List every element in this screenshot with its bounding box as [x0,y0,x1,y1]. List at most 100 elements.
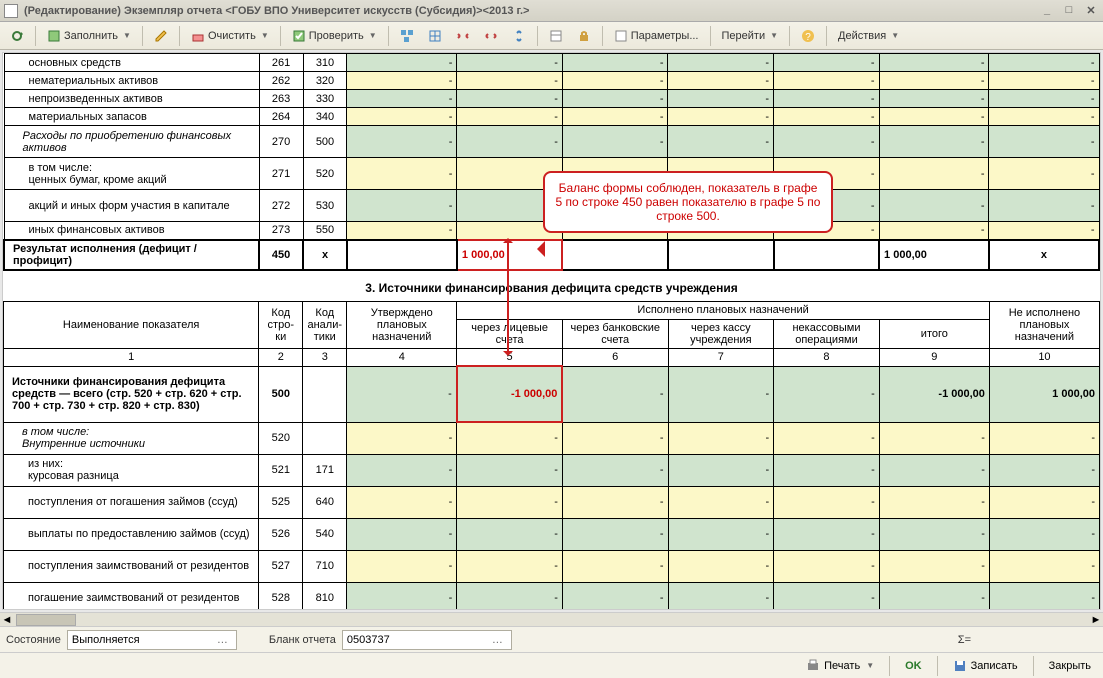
maximize-button[interactable]: □ [1061,4,1077,18]
hdr-n1: 1 [4,348,259,366]
print-label: Печать [824,660,860,672]
state-label: Состояние [6,634,61,646]
clear-button[interactable]: Очистить▼ [185,26,275,46]
report-workspace[interactable]: Баланс формы соблюден, показатель в граф… [2,52,1101,610]
tool-6[interactable] [543,26,569,46]
tool-3[interactable] [450,26,476,46]
hdr-n10: 10 [989,348,1099,366]
edit-button[interactable] [148,26,174,46]
callout-text: Баланс формы соблюден, показатель в граф… [556,181,821,223]
close-button[interactable]: ✕ [1083,4,1099,18]
goto-label: Перейти [722,30,766,42]
table-row: поступления заимствований от резидентов5… [4,550,1100,582]
fill-label: Заполнить [64,30,118,42]
main-toolbar: Заполнить▼ Очистить▼ Проверить▼ Параметр… [0,22,1103,50]
print-icon [806,659,820,673]
actions-button[interactable]: Действия▼ [832,27,905,45]
hdr-n3: 3 [303,348,347,366]
table-row: Источники финансирования дефицита средст… [4,366,1100,422]
hierarchy-icon [400,29,414,43]
tool-2[interactable] [422,26,448,46]
section-3-title: 3. Источники финансирования дефицита сре… [3,271,1100,301]
result-code: 450 [259,240,303,270]
clear-label: Очистить [208,30,256,42]
tool-4[interactable] [478,26,504,46]
table-row: погашение заимствований от резидентов528… [4,582,1100,610]
refresh-button[interactable] [4,26,30,46]
collapse-v-icon [512,29,526,43]
hdr-executed: Исполнено плановых назначений [457,301,990,319]
hdr-n8: 8 [774,348,880,366]
table-icon [549,29,563,43]
hdr-n9: 9 [879,348,989,366]
state-field[interactable]: Выполняется … [67,630,237,650]
minimize-button[interactable]: _ [1039,4,1055,18]
form-value: 0503737 [347,634,390,646]
params-button[interactable]: Параметры... [608,26,705,46]
save-icon [953,659,967,673]
save-label: Записать [971,660,1018,672]
pencil-icon [154,29,168,43]
result-anal: x [303,240,347,270]
result-col5: 1 000,00 [457,240,563,270]
hdr-col8: некассовыми операциями [774,319,880,348]
state-ellipsis[interactable]: … [213,634,232,646]
window-title: (Редактирование) Экземпляр отчета <ГОБУ … [24,5,1039,17]
state-value: Выполняется [72,634,140,646]
hdr-n4: 4 [347,348,457,366]
tool-5[interactable] [506,26,532,46]
table-row: из них: курсовая разница521171------- [4,454,1100,486]
ok-label: OK [905,660,922,672]
lock-icon [577,29,591,43]
hdr-col5: через лицевые счета [457,319,563,348]
result-col9: 1 000,00 [879,240,989,270]
hdr-approved: Утверждено плановых назначений [347,301,457,348]
ok-button[interactable]: OK [899,658,928,674]
goto-button[interactable]: Перейти▼ [716,27,785,45]
fill-button[interactable]: Заполнить▼ [41,26,137,46]
balance-callout: Баланс формы соблюден, показатель в граф… [543,171,833,233]
params-icon [614,29,628,43]
svg-text:?: ? [805,32,811,43]
form-label: Бланк отчета [269,634,336,646]
report-table-2: Наименование показателя Код стро-ки Код … [3,301,1100,611]
actions-label: Действия [838,30,886,42]
callout-arrow [507,239,509,355]
result-name: Результат исполнения (дефицит / профицит… [4,240,259,270]
table-row: непроизведенных активов263330------- [4,90,1099,108]
bottom-bar: Печать▼ OK Записать Закрыть [0,652,1103,678]
refresh-icon [10,29,24,43]
table-row: основных средств261310------- [4,54,1099,72]
close-label: Закрыть [1049,660,1091,672]
eraser-icon [191,29,205,43]
hdr-anal: Код анали-тики [303,301,347,348]
hdr-rowcode: Код стро-ки [259,301,303,348]
horizontal-scrollbar[interactable]: ◄ ► [0,612,1103,626]
form-ellipsis[interactable]: … [488,634,507,646]
hdr-col6: через банковские счета [562,319,668,348]
close-action-button[interactable]: Закрыть [1043,658,1097,674]
form-field[interactable]: 0503737 … [342,630,512,650]
hdr-n6: 6 [562,348,668,366]
table-row: выплаты по предоставлению займов (ссуд)5… [4,518,1100,550]
table-row: материальных запасов264340------- [4,108,1099,126]
check-button[interactable]: Проверить▼ [286,26,383,46]
result-row: Результат исполнения (дефицит / профицит… [4,240,1099,270]
table-row: Расходы по приобретению финансовых актив… [4,126,1099,158]
window-titlebar: (Редактирование) Экземпляр отчета <ГОБУ … [0,0,1103,22]
expand-h-icon [456,29,470,43]
help-button[interactable]: ? [795,26,821,46]
report-table-1: основных средств261310-------нематериаль… [3,53,1100,271]
help-icon: ? [801,29,815,43]
params-label: Параметры... [631,30,699,42]
app-icon [4,4,18,18]
print-button[interactable]: Печать▼ [800,657,880,675]
check-label: Проверить [309,30,364,42]
grid-icon [428,29,442,43]
tool-7[interactable] [571,26,597,46]
table-row: нематериальных активов262320------- [4,72,1099,90]
save-button[interactable]: Записать [947,657,1024,675]
collapse-h-icon [484,29,498,43]
table-row: поступления от погашения займов (ссуд)52… [4,486,1100,518]
tool-1[interactable] [394,26,420,46]
